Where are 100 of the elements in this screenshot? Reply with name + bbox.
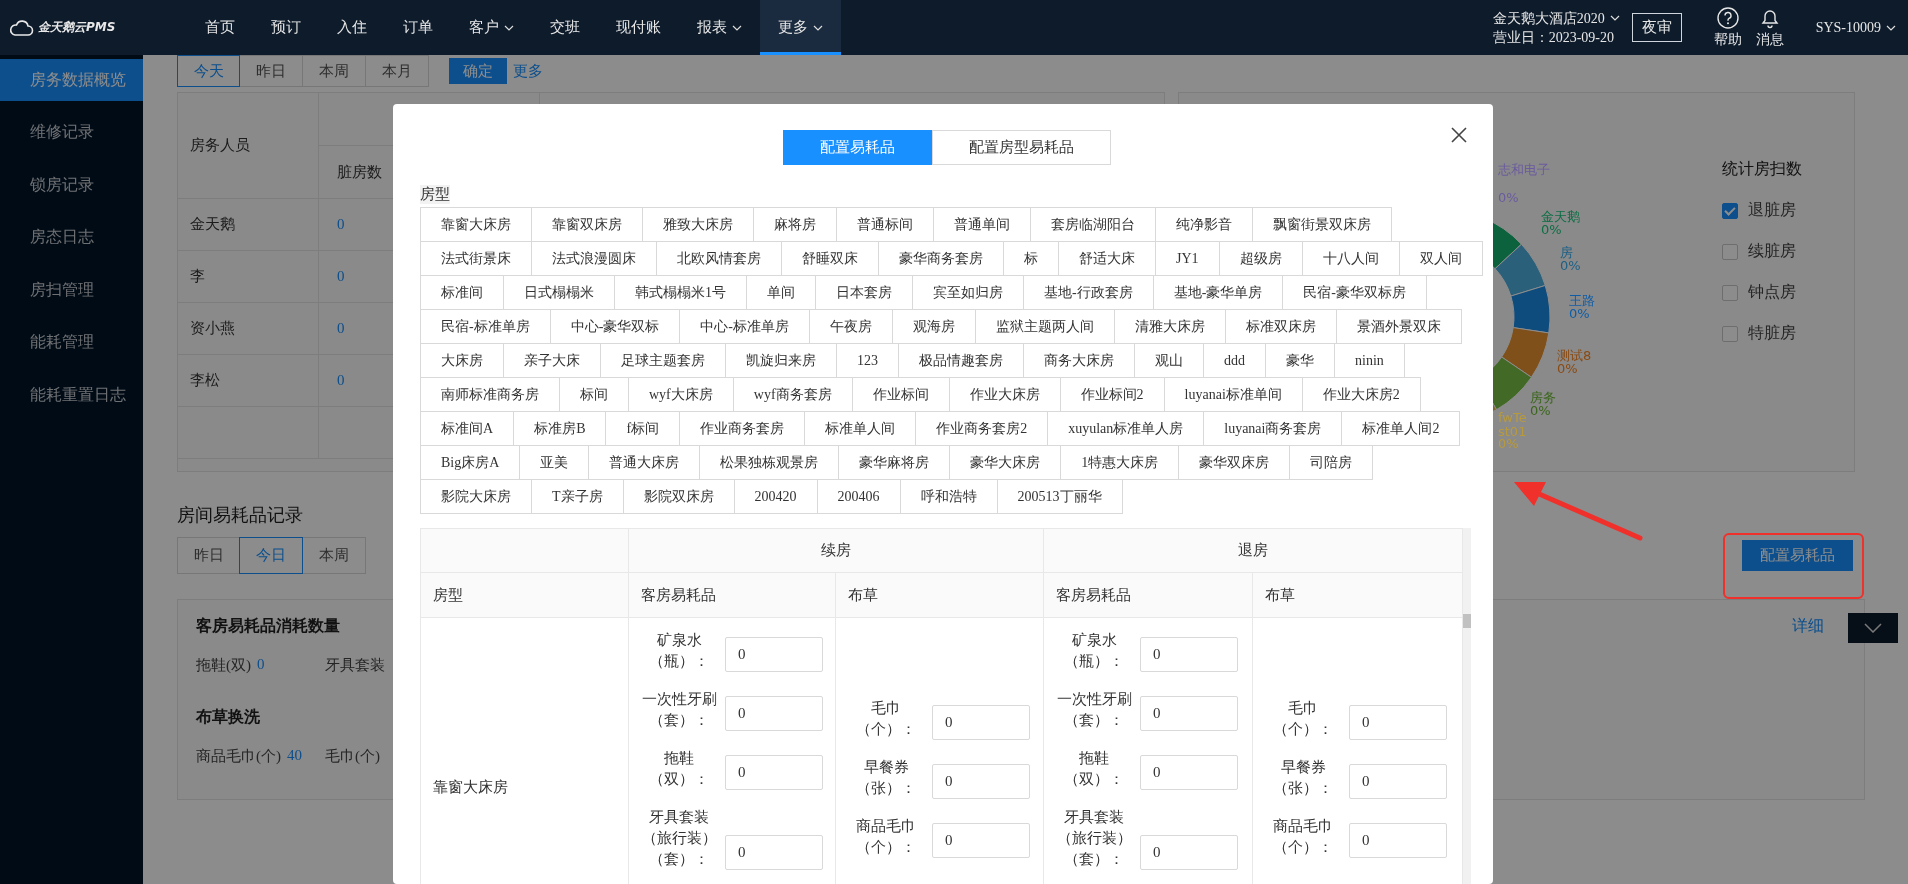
quantity-field[interactable]: 0 [932, 704, 1030, 740]
nav-item[interactable]: 入住 [319, 0, 385, 55]
nav-item[interactable]: 订单 [385, 0, 451, 55]
quantity-field[interactable]: 0 [725, 754, 823, 790]
stats-title: 统计房扫数 [1722, 159, 1802, 179]
checkbox-label: 续脏房 [1748, 241, 1796, 261]
period-tab[interactable]: 昨日 [240, 55, 303, 87]
period-tab[interactable]: 本周 [303, 55, 366, 87]
sidebar-item[interactable]: 房态日志 [0, 216, 143, 259]
room-type-button[interactable]: 200513丁丽华 [996, 479, 1123, 514]
column-header: 布草 [835, 572, 1044, 618]
quantity-field[interactable]: 0 [1140, 834, 1238, 870]
quantity-field[interactable]: 0 [932, 763, 1030, 799]
section-title: 房间易耗品记录 [177, 504, 304, 527]
room-type-button[interactable]: 影院大床房 [420, 479, 532, 514]
chart-label: 测试8 [1557, 349, 1592, 363]
messages-button[interactable]: 消息 [1755, 0, 1784, 55]
nav-item[interactable]: 更多 [760, 0, 841, 55]
user-menu[interactable]: SYS-10009 [1815, 0, 1896, 55]
field-label: 牙具套装 （旅行装） （套）： [1055, 807, 1133, 869]
night-audit-button[interactable]: 夜审 [1631, 13, 1682, 42]
checkbox[interactable] [1722, 202, 1738, 219]
chart-percent: 0% [1541, 223, 1562, 237]
field-label: 早餐券 （张）： [855, 757, 917, 798]
period-tab[interactable]: 本周 [303, 537, 366, 574]
nav-item[interactable]: 交班 [532, 0, 598, 55]
sidebar-item[interactable]: 锁房记录 [0, 164, 143, 206]
quantity-field[interactable]: 0 [725, 834, 823, 870]
quantity-field[interactable]: 0 [1349, 763, 1447, 799]
donut-slice [1510, 284, 1550, 334]
nav-item[interactable]: 报表 [679, 0, 760, 55]
chart-percent: 0% [1569, 307, 1590, 321]
quantity-field[interactable]: 0 [1140, 695, 1238, 731]
table-cell: 李松 [190, 371, 220, 390]
field-label: 商品毛巾 （个）： [1272, 816, 1334, 857]
field-label: 拖鞋 （双）： [1063, 748, 1125, 789]
column-header: 房务人员 [190, 136, 250, 155]
field-label: 商品毛巾 （个）： [855, 816, 917, 857]
room-type-button[interactable]: 司陪房 [1289, 445, 1374, 480]
caret-icon [1886, 24, 1896, 31]
field-label: 毛巾 （个）： [1272, 698, 1334, 739]
item-count: 40 [287, 747, 302, 765]
collapse-button[interactable] [1848, 613, 1898, 643]
field-label: 矿泉水 （瓶）： [1063, 630, 1125, 671]
item-name: 毛巾(个) [325, 747, 380, 766]
nav-item[interactable]: 预订 [253, 0, 319, 55]
sidebar-item[interactable]: 维修记录 [0, 111, 143, 154]
item-count: 0 [257, 656, 265, 674]
column-header: 客房易耗品 [628, 572, 836, 618]
quantity-field[interactable]: 0 [1140, 636, 1238, 672]
close-icon[interactable] [1450, 126, 1468, 144]
table-cell: 金天鹅 [190, 215, 235, 234]
quantity-field[interactable]: 0 [725, 695, 823, 731]
quantity-field[interactable]: 0 [725, 636, 823, 672]
field-label: 毛巾 （个）： [855, 698, 917, 739]
donut-slice [1501, 327, 1550, 378]
quantity-field[interactable]: 0 [932, 822, 1030, 858]
nav-item[interactable]: 首页 [187, 0, 253, 55]
column-group-header: 退房 [1043, 528, 1463, 573]
table-cell: 李 [190, 267, 205, 286]
column-header: 布草 [1252, 572, 1463, 618]
scrollbar[interactable] [1463, 528, 1471, 884]
field-label: 房型 [420, 185, 450, 204]
quantity-field[interactable]: 0 [1140, 754, 1238, 790]
room-type-button[interactable]: 靠窗大床房 [420, 207, 532, 242]
cloud-logo-icon [8, 18, 34, 37]
chevron-down-icon [1864, 623, 1882, 633]
item-name: 拖鞋(双) [196, 656, 251, 675]
tab[interactable]: 配置房型易耗品 [931, 130, 1111, 165]
sidebar-item[interactable]: 能耗管理 [0, 321, 143, 364]
quantity-field[interactable]: 0 [1349, 704, 1447, 740]
column-header: 脏房数 [337, 162, 382, 182]
hotel-selector[interactable]: 金天鹅大酒店2020 [1492, 8, 1620, 28]
quantity-field[interactable]: 0 [1349, 822, 1447, 858]
period-tab[interactable]: 昨日 [177, 537, 240, 574]
item-name: 商品毛巾(个) [196, 747, 281, 766]
chart-label: 金天鹅 [1541, 210, 1580, 224]
checkbox[interactable] [1722, 243, 1738, 260]
field-label: 拖鞋 （双）： [648, 748, 710, 789]
sidebar-item[interactable]: 房扫管理 [0, 269, 143, 311]
nav-item[interactable]: 客户 [451, 0, 532, 55]
table-cell: 资小燕 [190, 319, 235, 338]
help-icon [1716, 6, 1739, 29]
chart-percent: 0% [1560, 259, 1581, 273]
sidebar-item[interactable]: 能耗重置日志 [0, 374, 143, 416]
checkbox[interactable] [1722, 284, 1738, 301]
checkbox-label: 钟点房 [1748, 282, 1796, 302]
room-type-button[interactable]: 双人间 [1398, 241, 1483, 276]
chart-label: 王路 [1569, 294, 1595, 308]
nav-item[interactable]: 现付账 [598, 0, 679, 55]
help-button[interactable]: 帮助 [1713, 0, 1742, 55]
field-label: 牙具套装 （旅行装） （套）： [640, 807, 718, 869]
chart-label: 房务 [1530, 391, 1556, 405]
period-tab[interactable]: 本月 [366, 55, 429, 87]
checkbox[interactable] [1722, 325, 1738, 342]
column-header: 房型 [420, 572, 629, 618]
room-type-button[interactable]: 飘窗街景双床房 [1252, 207, 1392, 242]
card-title: 客房易耗品消耗数量 [196, 615, 340, 636]
chart-percent: 0% [1530, 404, 1551, 418]
column-group-header: 续房 [628, 528, 1044, 573]
